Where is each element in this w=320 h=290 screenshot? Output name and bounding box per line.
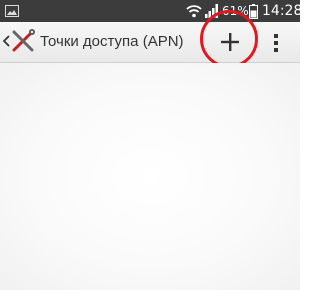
image-notification-icon xyxy=(5,5,19,17)
action-bar: Точки доступа (APN) xyxy=(0,22,300,63)
wifi-icon xyxy=(186,5,202,18)
wrench-screwdriver-icon xyxy=(12,29,35,52)
page-title: Точки доступа (APN) xyxy=(40,33,184,50)
battery-icon xyxy=(249,4,258,19)
apn-list-area xyxy=(0,63,300,290)
battery-percentage: 61% xyxy=(222,4,249,18)
overflow-menu-icon xyxy=(274,34,278,52)
status-clock: 14:28 xyxy=(262,3,303,19)
chevron-left-icon[interactable] xyxy=(3,35,10,47)
plus-icon xyxy=(221,33,239,51)
signal-icon xyxy=(205,4,218,18)
status-bar: 61% 14:28 xyxy=(0,0,303,22)
overflow-menu-button[interactable] xyxy=(268,28,284,56)
add-apn-button[interactable] xyxy=(214,27,246,57)
